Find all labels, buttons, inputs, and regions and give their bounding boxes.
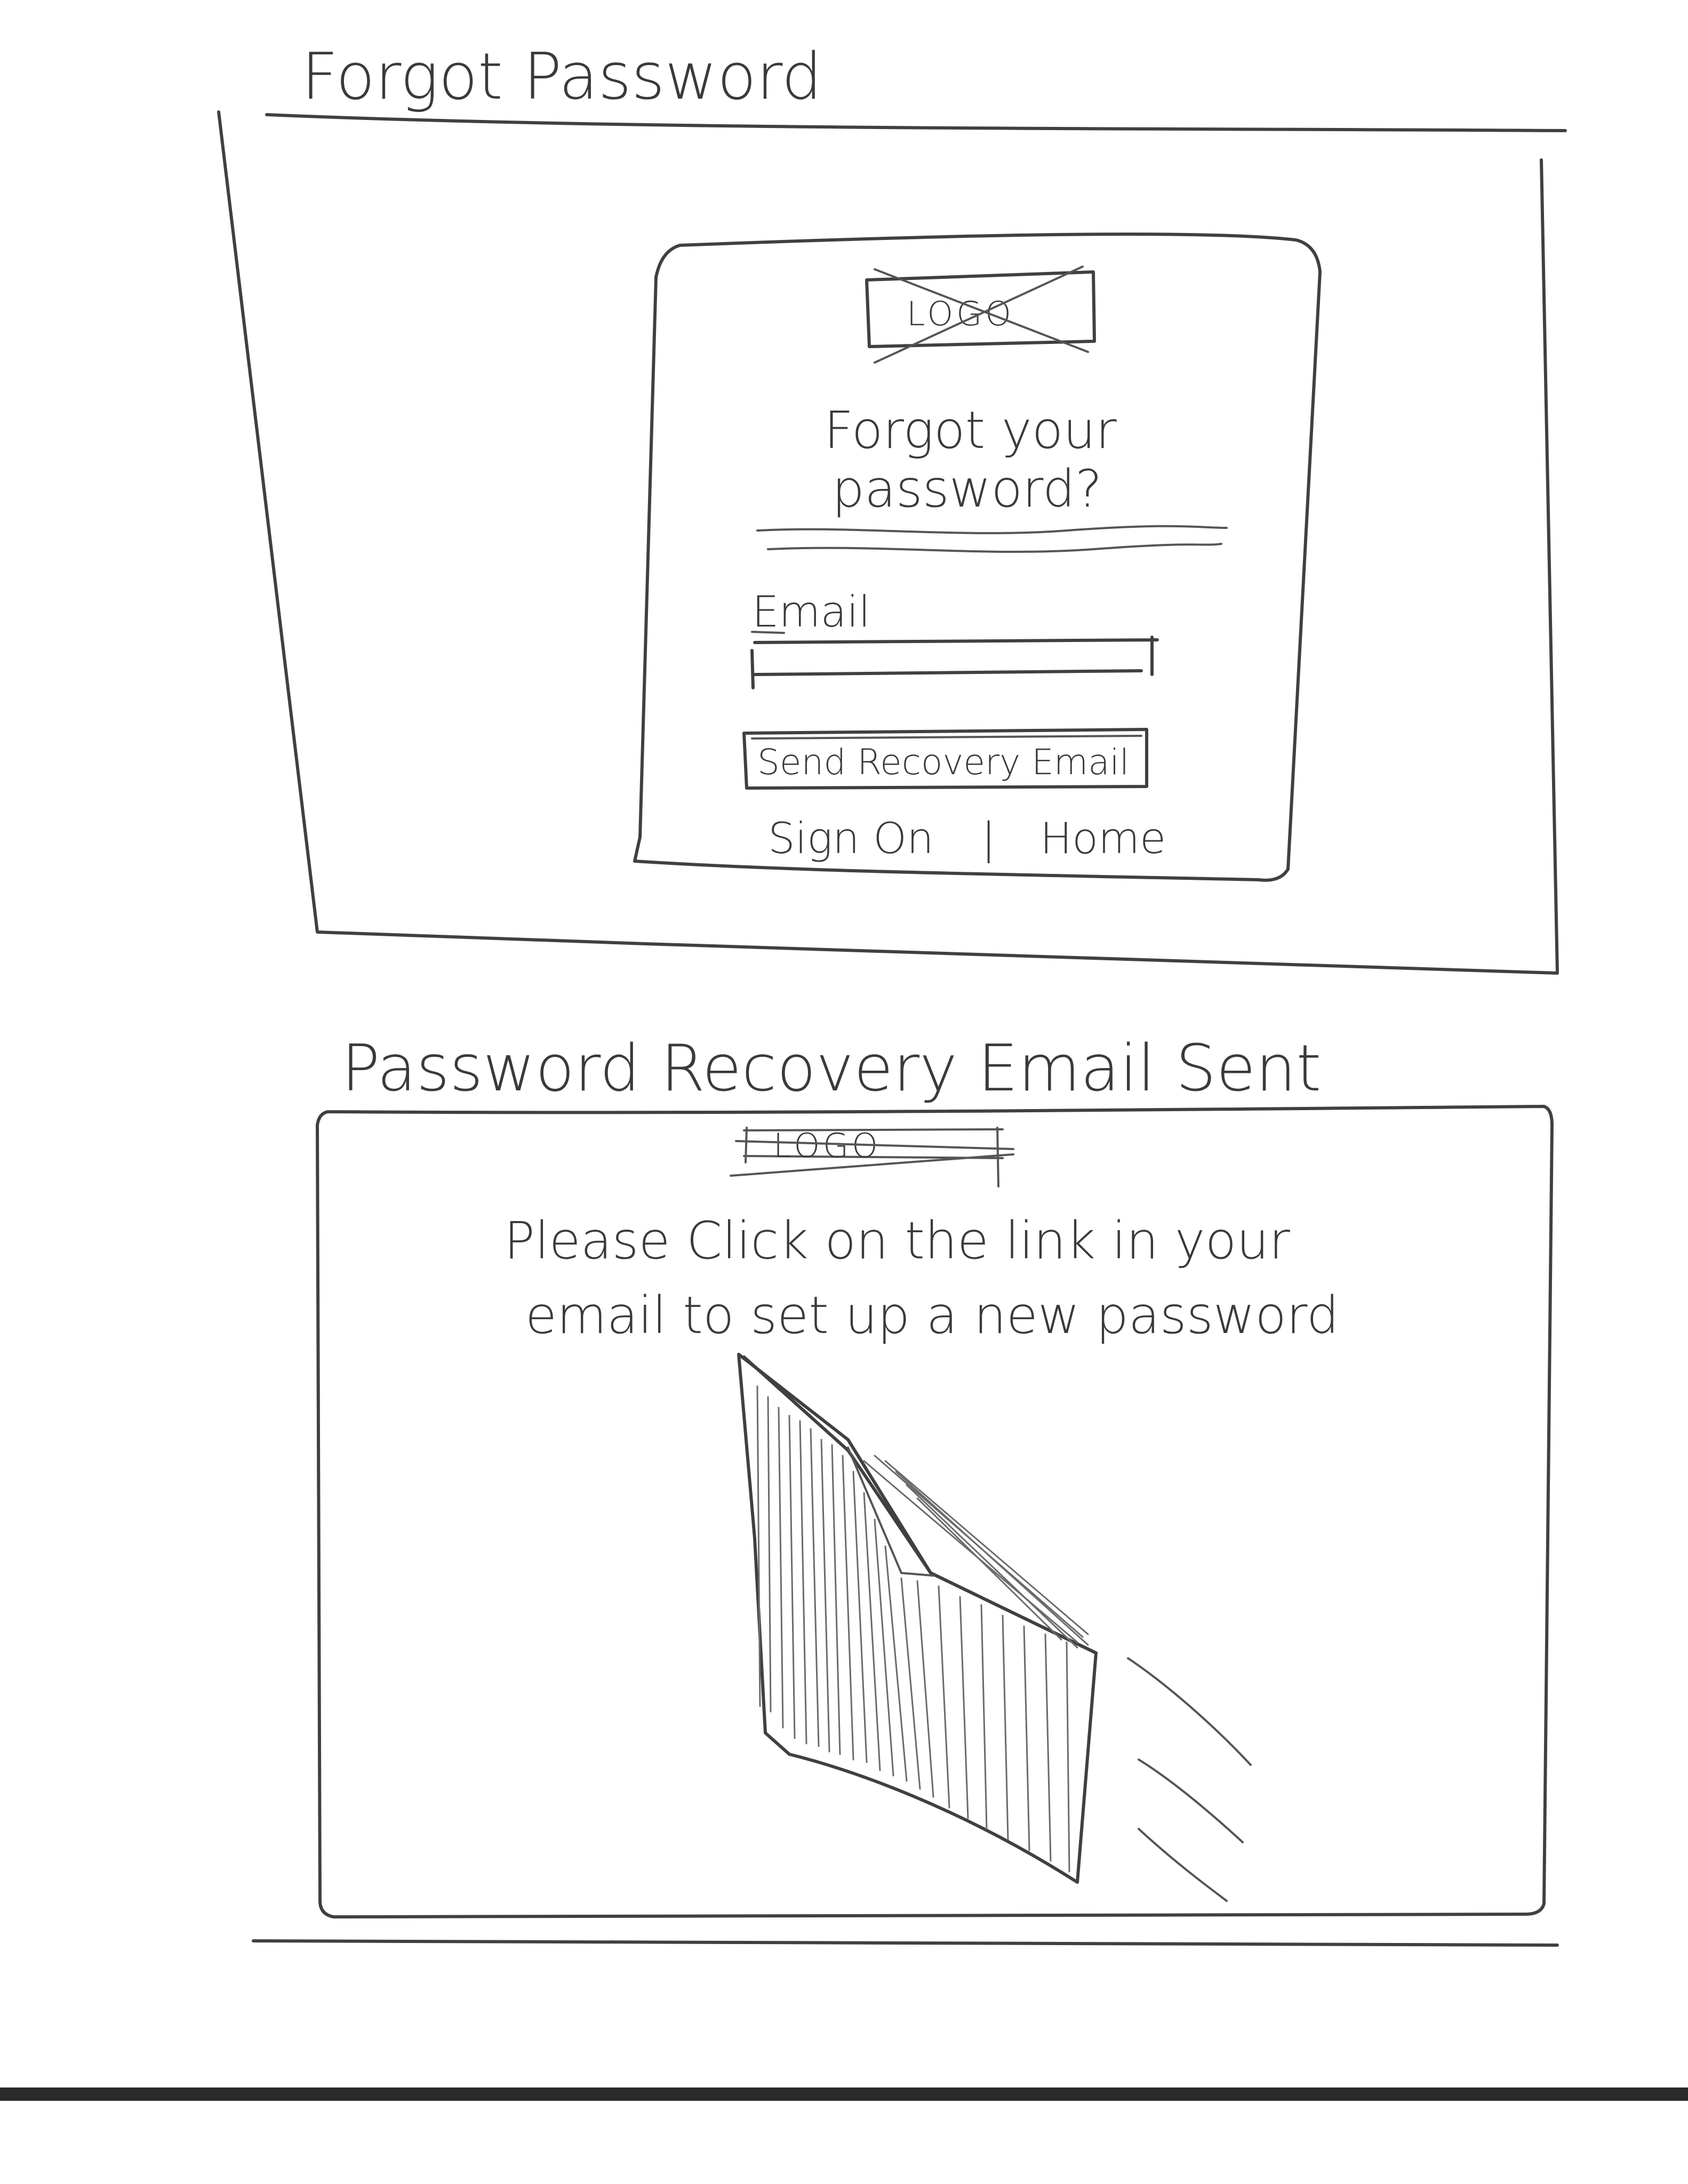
link-separator: | bbox=[981, 814, 996, 864]
heading-squiggle bbox=[756, 525, 1228, 553]
send-recovery-email-button[interactable]: Send Recovery Email bbox=[742, 728, 1148, 790]
screen-title-forgot-password: Forgot Password bbox=[301, 40, 822, 114]
send-button-label: Send Recovery Email bbox=[757, 742, 1129, 783]
screen-title-recovery-sent: Password Recovery Email Sent bbox=[341, 1032, 1321, 1106]
motion-lines bbox=[1127, 1657, 1252, 1902]
recovery-email-sent-screen: Password Recovery Email Sent LOGO Please… bbox=[252, 1032, 1559, 1947]
logo-label: LOGO bbox=[907, 294, 1014, 333]
screen-title-underline bbox=[265, 113, 1567, 132]
forgot-password-card: LOGO Forgot your password? Email Send Re… bbox=[633, 232, 1322, 882]
card-heading-line1: Forgot your bbox=[824, 400, 1117, 460]
link-sign-on[interactable]: Sign On bbox=[768, 814, 934, 863]
link-home[interactable]: Home bbox=[1040, 814, 1166, 863]
page-bottom-edge bbox=[0, 2087, 1688, 2101]
message-line2: email to set up a new password bbox=[525, 1286, 1339, 1345]
email-label-underline bbox=[751, 631, 785, 634]
wireframe-sketch: Forgot Password LOGO Forgot your passwor… bbox=[0, 40, 1688, 2101]
envelope-sketch-icon bbox=[737, 1353, 1252, 1902]
card-heading-line2: password? bbox=[832, 459, 1102, 519]
card-footer-links: Sign On | Home bbox=[768, 814, 1166, 864]
bottom-rule bbox=[252, 1939, 1559, 1947]
logo-placeholder: LOGO bbox=[865, 266, 1096, 364]
logo-placeholder-2: LOGO bbox=[730, 1126, 1014, 1187]
email-label: Email bbox=[752, 587, 870, 637]
send-button-inner-border bbox=[751, 735, 1142, 740]
forgot-password-screen: Forgot Password LOGO Forgot your passwor… bbox=[217, 40, 1567, 975]
message-line1: Please Click on the link in your bbox=[504, 1211, 1290, 1271]
email-input[interactable] bbox=[749, 636, 1160, 690]
